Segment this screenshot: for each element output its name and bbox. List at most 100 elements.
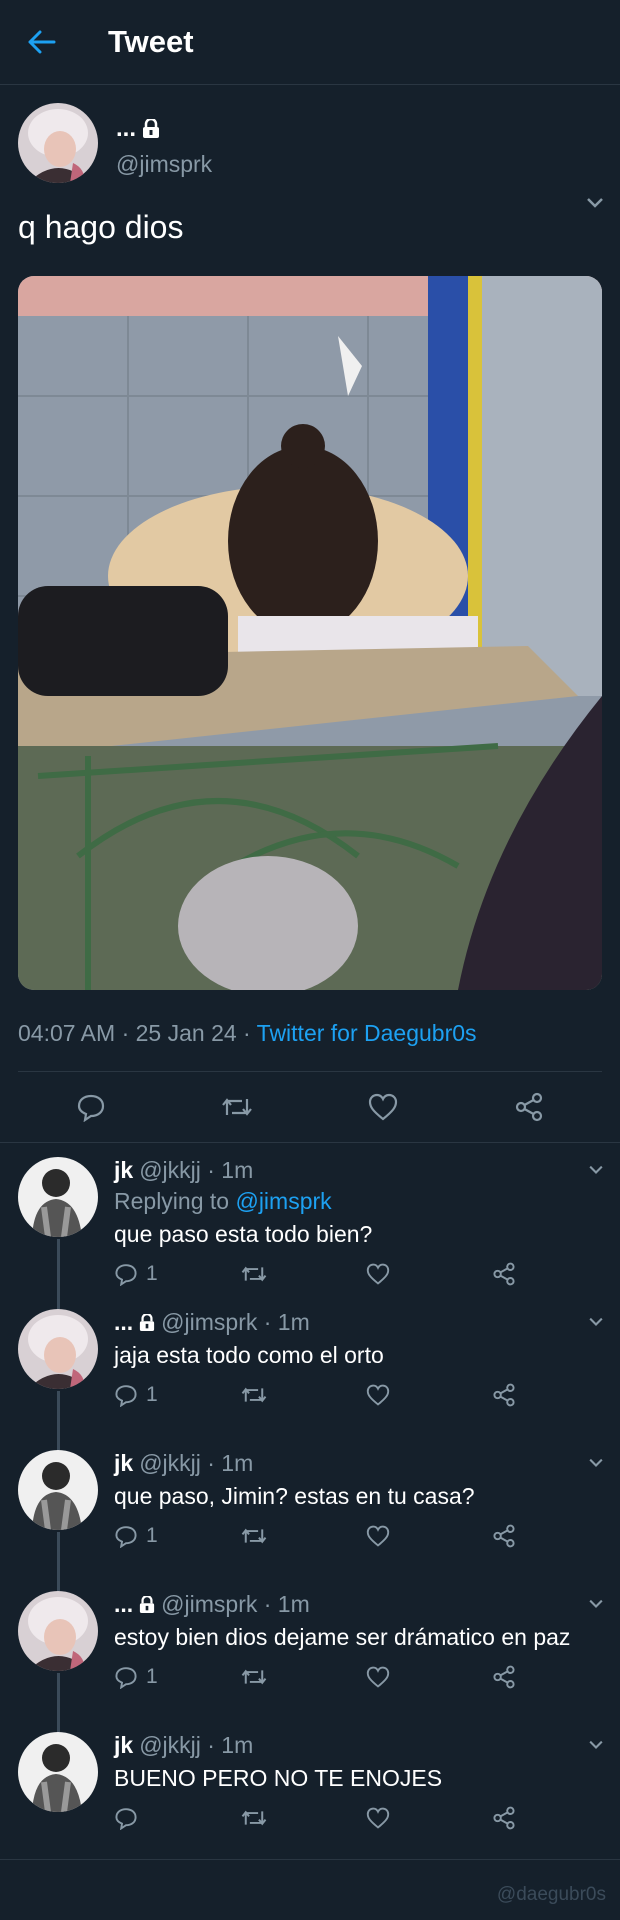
reply-name[interactable]: jk [114, 1157, 133, 1184]
tweet-source-link[interactable]: Twitter for Daegubr0s [257, 1020, 477, 1046]
retweet-icon [241, 1266, 267, 1282]
reply-actions [114, 1806, 618, 1830]
comment-icon [77, 1094, 105, 1122]
chevron-down-icon[interactable] [588, 1740, 604, 1750]
reply-count: 1 [146, 1524, 158, 1547]
chevron-down-icon[interactable] [588, 1458, 604, 1468]
share-button[interactable] [492, 1262, 618, 1286]
reply-button[interactable]: 1 [114, 1383, 240, 1407]
reply-actions: 1 [114, 1665, 618, 1689]
arrow-left-icon [28, 30, 56, 54]
reply-actions: 1 [114, 1383, 618, 1407]
reply-text: que paso esta todo bien? [114, 1221, 373, 1247]
main-tweet: ... @jimsprk q hago dios 04:07 AM · 25 J… [0, 85, 620, 1143]
heart-icon [366, 1666, 390, 1688]
reply-item[interactable]: jk @jkkjj · 1m BUENO PERO NO TE ENOJES [0, 1718, 620, 1860]
heart-icon [368, 1093, 398, 1121]
retweet-icon [222, 1098, 252, 1116]
reply-text: jaja esta todo como el orto [114, 1342, 384, 1368]
retweet-button[interactable] [240, 1262, 366, 1286]
lock-icon [143, 119, 160, 138]
comment-icon [115, 1264, 137, 1286]
share-button[interactable] [492, 1383, 618, 1407]
reply-text: que paso, Jimin? estas en tu casa? [114, 1483, 475, 1509]
thread-line [57, 1391, 60, 1436]
lock-icon [140, 1313, 155, 1331]
comment-icon [115, 1808, 137, 1830]
retweet-icon [241, 1810, 267, 1826]
thread-line [57, 1532, 60, 1577]
reply-count: 1 [146, 1665, 158, 1688]
avatar[interactable] [18, 1591, 98, 1671]
like-button[interactable] [366, 1666, 492, 1688]
reply-name[interactable]: jk [114, 1732, 133, 1759]
like-button[interactable] [366, 1807, 492, 1829]
share-icon [515, 1092, 543, 1122]
lock-icon [140, 1595, 155, 1613]
tweet-meta: 04:07 AM · 25 Jan 24 · Twitter for Daegu… [18, 1020, 602, 1072]
reply-button[interactable] [114, 1806, 240, 1830]
page-title: Tweet [108, 24, 194, 59]
heart-icon [366, 1525, 390, 1547]
avatar[interactable] [18, 1309, 98, 1389]
reply-button[interactable]: 1 [114, 1524, 240, 1548]
top-bar: Tweet [0, 0, 620, 85]
reply-count: 1 [146, 1383, 158, 1406]
retweet-button[interactable] [240, 1524, 366, 1548]
chevron-down-icon[interactable] [586, 197, 604, 209]
retweet-button[interactable] [240, 1806, 366, 1830]
retweet-button[interactable] [240, 1383, 366, 1407]
chevron-down-icon[interactable] [588, 1165, 604, 1175]
like-button[interactable] [363, 1087, 403, 1127]
comment-icon [115, 1526, 137, 1548]
reply-name[interactable]: ... [114, 1309, 133, 1336]
reply-item[interactable]: ... @jimsprk · 1m estoy bien dios dejame… [0, 1577, 620, 1718]
reply-button[interactable]: 1 [114, 1262, 240, 1286]
reply-name[interactable]: jk [114, 1450, 133, 1477]
reply-item[interactable]: jk @jkkjj · 1m Replying to @jimsprk que … [0, 1143, 620, 1295]
avatar[interactable] [18, 1732, 98, 1812]
retweet-icon [241, 1387, 267, 1403]
reply-thread: jk @jkkjj · 1m Replying to @jimsprk que … [0, 1143, 620, 1860]
share-button[interactable] [492, 1524, 618, 1548]
avatar[interactable] [18, 103, 98, 183]
heart-icon [366, 1807, 390, 1829]
like-button[interactable] [366, 1263, 492, 1285]
chevron-down-icon[interactable] [588, 1599, 604, 1609]
username[interactable]: @jimsprk [116, 151, 212, 178]
avatar[interactable] [18, 1157, 98, 1237]
chevron-down-icon[interactable] [588, 1317, 604, 1327]
like-button[interactable] [366, 1384, 492, 1406]
reply-button[interactable]: 1 [114, 1665, 240, 1689]
retweet-button[interactable] [217, 1087, 257, 1127]
retweet-button[interactable] [240, 1665, 366, 1689]
share-button[interactable] [492, 1665, 618, 1689]
share-icon [493, 1806, 515, 1830]
avatar[interactable] [18, 1450, 98, 1530]
comment-icon [115, 1667, 137, 1689]
share-icon [493, 1262, 515, 1286]
reply-actions: 1 [114, 1524, 618, 1548]
share-button[interactable] [492, 1806, 618, 1830]
reply-handle[interactable]: @jkkjj · 1m [139, 1157, 253, 1184]
share-button[interactable] [509, 1087, 549, 1127]
reply-handle[interactable]: @jkkjj · 1m [139, 1732, 253, 1759]
reply-handle[interactable]: @jimsprk · 1m [161, 1309, 310, 1336]
reply-item[interactable]: jk @jkkjj · 1m que paso, Jimin? estas en… [0, 1436, 620, 1577]
back-button[interactable] [22, 22, 62, 62]
tweet-photo[interactable] [18, 276, 602, 990]
reply-item[interactable]: ... @jimsprk · 1m jaja esta todo como el… [0, 1295, 620, 1436]
like-button[interactable] [366, 1525, 492, 1547]
reply-text: estoy bien dios dejame ser drámatico en … [114, 1624, 571, 1650]
reply-button[interactable] [71, 1087, 111, 1127]
share-icon [493, 1665, 515, 1689]
display-name[interactable]: ... [116, 115, 136, 143]
reply-handle[interactable]: @jimsprk · 1m [161, 1591, 310, 1618]
reply-handle[interactable]: @jkkjj · 1m [139, 1450, 253, 1477]
reply-name[interactable]: ... [114, 1591, 133, 1618]
replying-to-link[interactable]: @jimsprk [235, 1188, 331, 1214]
share-icon [493, 1383, 515, 1407]
reply-actions: 1 [114, 1262, 618, 1286]
heart-icon [366, 1384, 390, 1406]
tweet-author: ... @jimsprk [18, 85, 602, 183]
